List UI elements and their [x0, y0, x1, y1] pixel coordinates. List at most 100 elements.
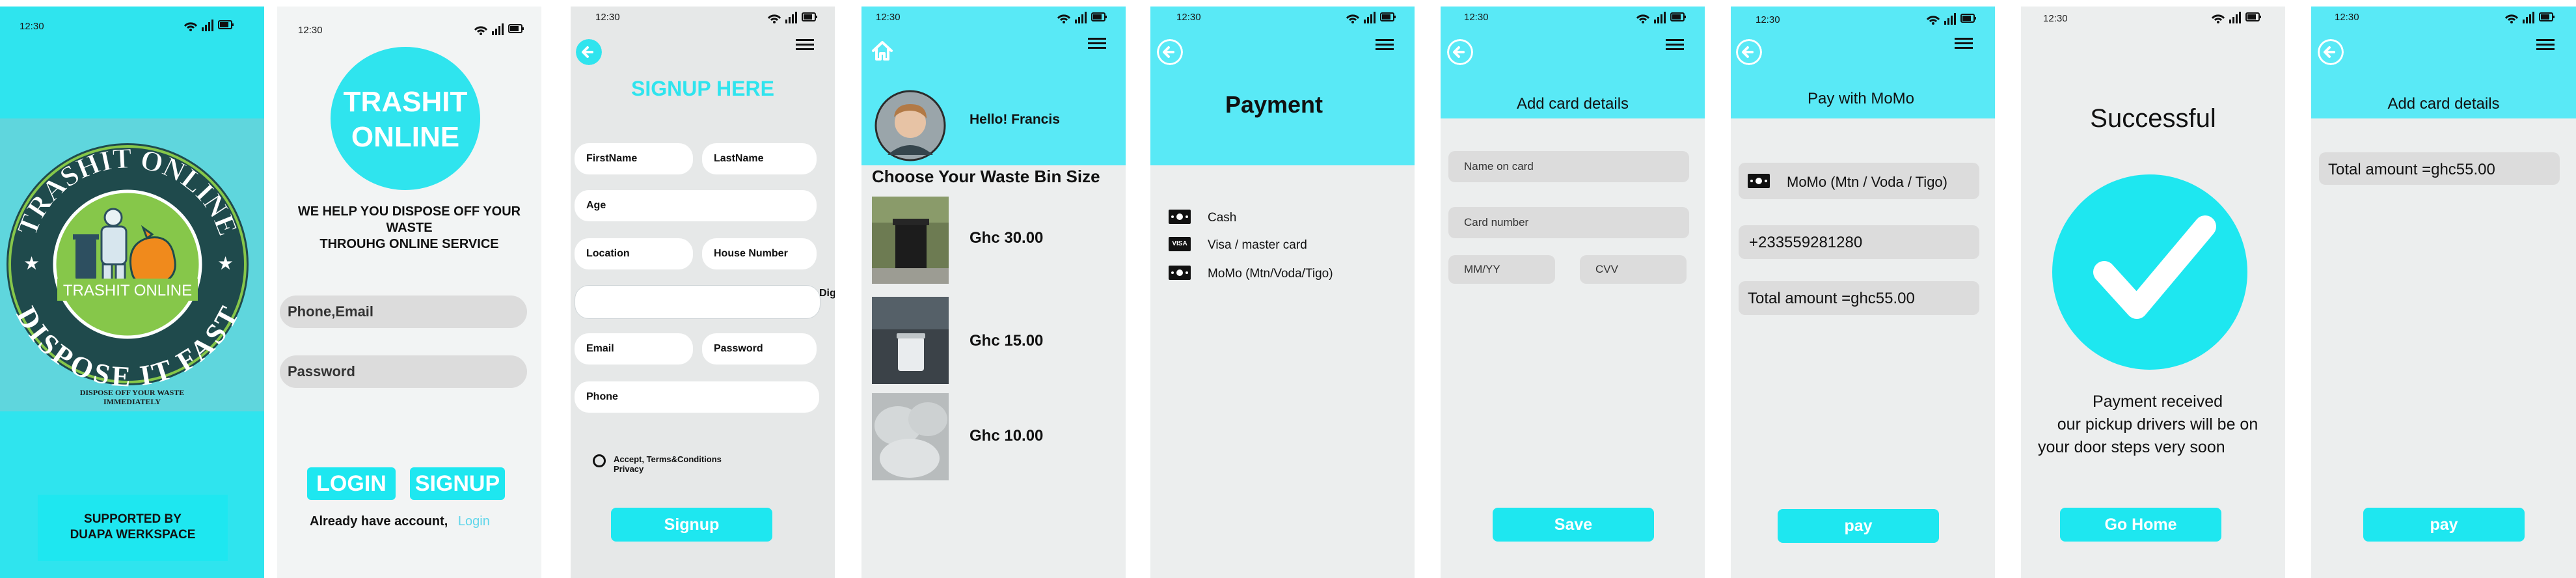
- bin-option-large[interactable]: Ghc 30.00: [872, 197, 1113, 286]
- status-bar: 12:30: [277, 7, 541, 40]
- tagline-line-1: WE HELP YOU DISPOSE OFF YOUR: [297, 204, 521, 219]
- last-name-input[interactable]: [702, 143, 817, 174]
- location-input[interactable]: [575, 238, 693, 269]
- house-number-input[interactable]: [702, 238, 817, 269]
- first-name-input[interactable]: [575, 143, 693, 174]
- save-button[interactable]: Save: [1493, 508, 1654, 542]
- back-arrow-icon[interactable]: [1157, 39, 1183, 65]
- supported-by-box: SUPPORTED BY DUAPA WERKSPACE: [38, 495, 228, 561]
- momo-network-value: MoMo (Mtn / Voda / Tigo): [1787, 174, 1947, 190]
- status-time: 12:30: [2335, 12, 2359, 23]
- email-input[interactable]: [575, 333, 693, 365]
- card-total-title: Add card details: [2387, 95, 2500, 113]
- payment-option-label: MoMo (Mtn/Voda/Tigo): [1208, 267, 1333, 281]
- bin-option-small[interactable]: Ghc 10.00: [872, 393, 1113, 483]
- menu-icon[interactable]: [1955, 36, 1973, 51]
- name-on-card-input[interactable]: [1448, 151, 1689, 182]
- back-arrow-icon[interactable]: [1447, 39, 1473, 65]
- bin-image-small: [872, 393, 949, 480]
- status-bar: 12:30: [2021, 7, 2285, 40]
- status-bar: 12:30: [1731, 7, 1995, 40]
- login-logo-circle: TRASHIT ONLINE: [331, 47, 480, 190]
- payment-option-visa[interactable]: VISA Visa / master card: [1169, 236, 1390, 255]
- status-icons: [1346, 12, 1396, 23]
- avatar[interactable]: [874, 90, 946, 161]
- back-arrow-icon[interactable]: [2318, 39, 2344, 65]
- pay-button[interactable]: pay: [2363, 508, 2525, 542]
- momo-network-select[interactable]: MoMo (Mtn / Voda / Tigo): [1739, 163, 1979, 199]
- card-number-input[interactable]: [1448, 207, 1689, 238]
- momo-screen: 12:30 Pay with MoMo MoMo (Mtn / Voda / T…: [1731, 7, 1995, 578]
- status-time: 12:30: [1756, 14, 1780, 25]
- splash-tagline: DISPOSE OFF YOUR WASTE IMMEDIATELY: [0, 388, 264, 406]
- menu-icon[interactable]: [1088, 36, 1106, 51]
- cash-icon: [1169, 210, 1191, 224]
- tagline-line-2: WASTE: [386, 221, 433, 235]
- tagline-line-2: IMMEDIATELY: [103, 397, 161, 406]
- checkmark-icon: [2052, 174, 2247, 370]
- card-title: Add card details: [1516, 95, 1629, 113]
- login-tagline: WE HELP YOU DISPOSE OFF YOUR WASTE THROU…: [277, 204, 541, 253]
- login-button[interactable]: LOGIN: [307, 467, 396, 500]
- supported-line-2: DUAPA WERKSPACE: [70, 528, 196, 542]
- password-input[interactable]: [280, 355, 527, 388]
- bin-price-small: Ghc 10.00: [969, 427, 1044, 445]
- status-bar: 12:30: [861, 7, 1126, 40]
- status-time: 12:30: [298, 25, 323, 36]
- status-time: 12:30: [1176, 12, 1201, 23]
- menu-icon[interactable]: [2536, 38, 2555, 52]
- momo-phone-field[interactable]: +233559281280: [1739, 225, 1979, 259]
- phone-email-input[interactable]: [280, 296, 527, 328]
- terms-radio[interactable]: [593, 454, 606, 467]
- status-time: 12:30: [20, 21, 44, 32]
- login-link[interactable]: Login: [458, 514, 490, 529]
- menu-icon[interactable]: [1666, 38, 1684, 52]
- visa-icon: VISA: [1169, 237, 1191, 251]
- momo-title: Pay with MoMo: [1807, 90, 1915, 107]
- supported-line-1: SUPPORTED BY: [84, 512, 182, 526]
- back-arrow-icon[interactable]: [1736, 39, 1762, 65]
- bin-image-large: [872, 197, 949, 284]
- age-input[interactable]: [575, 190, 817, 221]
- status-icons: [2211, 12, 2261, 23]
- status-icons: [2504, 12, 2555, 23]
- bin-price-medium: Ghc 15.00: [969, 332, 1044, 350]
- digital-address-input[interactable]: [575, 285, 820, 319]
- cvv-input[interactable]: [1580, 255, 1687, 284]
- menu-icon[interactable]: [796, 38, 814, 52]
- success-line-1: Payment received: [2092, 392, 2223, 411]
- menu-icon[interactable]: [1376, 38, 1394, 52]
- momo-total-field: Total amount =ghc55.00: [1739, 281, 1979, 315]
- home-icon[interactable]: [871, 39, 894, 62]
- status-bar: 12:30: [571, 7, 835, 40]
- logo-center-text: TRASHIT ONLINE: [63, 282, 192, 299]
- signup-button[interactable]: SIGNUP: [410, 467, 505, 500]
- go-home-button[interactable]: Go Home: [2060, 508, 2221, 542]
- signup-submit-button[interactable]: Signup: [611, 508, 772, 542]
- bin-size-screen: 12:30 Hello! Francis Choose Your Waste B…: [861, 7, 1126, 578]
- trashit-logo: TRASHIT ONLINE DISPOSE IT FAST ★ ★ TRASH…: [7, 142, 249, 388]
- logo-line-1: TRASHIT: [343, 86, 468, 118]
- phone-input[interactable]: [575, 381, 819, 413]
- digital-address-label: Digital a: [819, 288, 835, 299]
- payment-option-label: Cash: [1208, 211, 1237, 225]
- status-icons: [474, 23, 524, 35]
- payment-option-cash[interactable]: Cash: [1169, 208, 1390, 228]
- password-input[interactable]: [702, 333, 817, 365]
- payment-option-label: Visa / master card: [1208, 238, 1307, 252]
- payment-option-momo[interactable]: MoMo (Mtn/Voda/Tigo): [1169, 264, 1390, 284]
- bin-image-medium: [872, 297, 949, 384]
- expiry-input[interactable]: [1448, 255, 1555, 284]
- already-text: Already have account,: [310, 514, 448, 529]
- status-time: 12:30: [1464, 12, 1489, 23]
- terms-text: Accept, Terms&Conditions Privacy: [614, 454, 722, 474]
- status-bar: 12:30: [1441, 7, 1705, 40]
- signup-title: SIGNUP HERE: [631, 77, 774, 100]
- bin-option-medium[interactable]: Ghc 15.00: [872, 297, 1113, 387]
- card-total-screen: 12:30 Add card details Total amount =ghc…: [2311, 7, 2576, 578]
- pay-button[interactable]: pay: [1778, 509, 1939, 543]
- greeting: Hello! Francis: [969, 112, 1060, 127]
- back-arrow-icon[interactable]: [576, 39, 602, 65]
- svg-text:★: ★: [23, 253, 40, 273]
- signup-screen: 12:30 SIGNUP HERE Digital a Accept, Term…: [571, 7, 835, 578]
